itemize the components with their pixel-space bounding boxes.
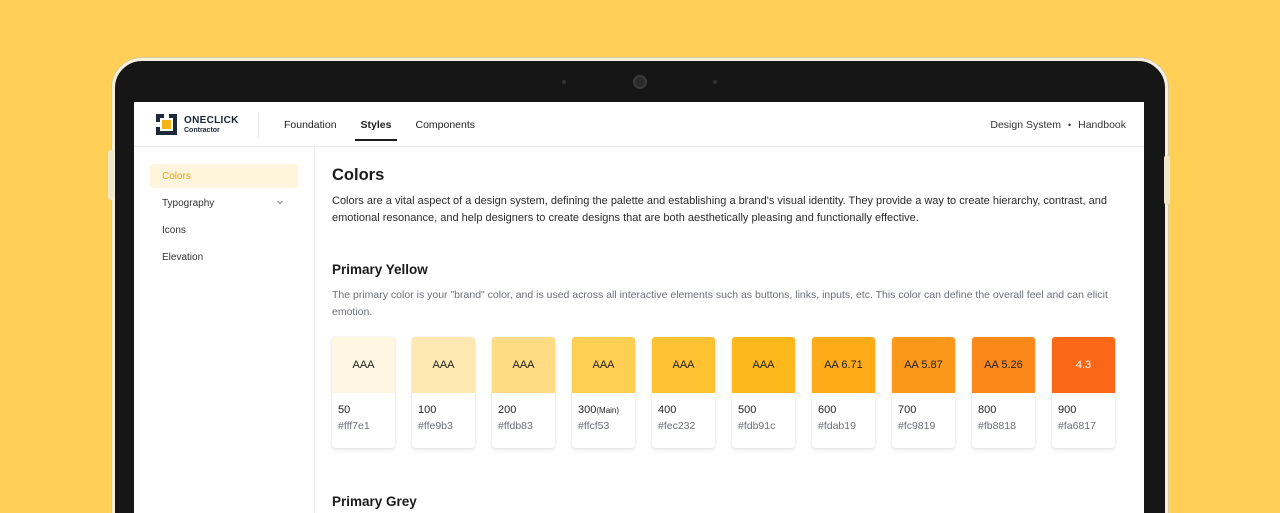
color-swatch-card[interactable]: AAA 400 #fec232 [652, 337, 715, 448]
swatch-name: 100 [418, 404, 475, 416]
color-swatch-card[interactable]: AA 6.71 600 #fdab19 [812, 337, 875, 448]
swatch-weight: 600 [818, 404, 837, 416]
swatch-hex: #ffdb83 [498, 420, 533, 432]
swatch-hex: #fc9819 [898, 420, 936, 432]
swatch-row: AAA 50 #fff7e1 AAA 100 #ffe9b3 AAA 200 #ffdb83 AA… [332, 337, 1132, 448]
sidebar-item-label: Icons [162, 224, 186, 236]
swatch-weight: 50 [338, 404, 351, 416]
sidebar-item-label: Typography [162, 197, 215, 209]
nav-foundation[interactable]: Foundation [284, 102, 337, 147]
swatch-weight: 700 [898, 404, 917, 416]
separator-dot: • [1067, 119, 1072, 130]
color-swatch-card[interactable]: AA 5.87 700 #fc9819 [892, 337, 955, 448]
swatch-hex: #fb8818 [978, 420, 1016, 432]
color-swatch-card[interactable]: AA 5.26 800 #fb8818 [972, 337, 1035, 448]
camera-icon [633, 75, 647, 89]
sidebar-item-label: Colors [162, 170, 191, 182]
color-swatch-card[interactable]: AAA 50 #fff7e1 [332, 337, 395, 448]
color-swatch-card[interactable]: 4.3 900 #fa6817 [1052, 337, 1115, 448]
screen: ONECLICK Contractor Foundation Styles Co… [134, 102, 1144, 513]
swatch-name: 400 [658, 404, 715, 416]
swatch-color: AAA [732, 337, 795, 393]
sidebar-item-elevation[interactable]: Elevation [150, 245, 298, 269]
swatch-name: 300(Main) [578, 404, 635, 416]
color-swatch-card[interactable]: AAA 100 #ffe9b3 [412, 337, 475, 448]
swatch-weight: 400 [658, 404, 677, 416]
brand-logo[interactable]: ONECLICK Contractor [155, 113, 239, 135]
swatch-hex: #fec232 [658, 420, 696, 432]
swatch-color: AAA [332, 337, 395, 393]
right-side-button [1164, 155, 1170, 205]
header-links: Design System • Handbook [990, 102, 1126, 147]
swatch-hex: #ffcf53 [578, 420, 610, 432]
sidebar-item-typography[interactable]: Typography [150, 191, 298, 215]
design-system-link[interactable]: Design System [990, 119, 1061, 131]
section-description: The primary color is your "brand" color,… [332, 289, 1108, 318]
swatch-color: AA 5.87 [892, 337, 955, 393]
swatch-name: 700 [898, 404, 955, 416]
brand-subtitle: Contractor [184, 126, 220, 134]
swatch-weight: 200 [498, 404, 517, 416]
swatch-color: 4.3 [1052, 337, 1115, 393]
nav-components[interactable]: Components [415, 102, 475, 147]
swatch-color: AAA [652, 337, 715, 393]
swatch-color: AAA [412, 337, 475, 393]
swatch-hex: #fff7e1 [338, 420, 370, 432]
swatch-color: AA 5.26 [972, 337, 1035, 393]
handbook-link[interactable]: Handbook [1078, 119, 1126, 131]
swatch-weight: 500 [738, 404, 757, 416]
nav-styles[interactable]: Styles [354, 102, 398, 147]
swatch-name: 200 [498, 404, 555, 416]
sidebar-item-label: Elevation [162, 251, 204, 263]
left-side-button [108, 150, 114, 200]
swatch-name: 800 [978, 404, 1035, 416]
swatch-main-tag: (Main) [596, 406, 620, 415]
sensor-dot-right [713, 80, 717, 84]
swatch-weight: 100 [418, 404, 437, 416]
swatch-name: 600 [818, 404, 875, 416]
sensor-dot-left [562, 80, 566, 84]
color-swatch-card[interactable]: AAA 500 #fdb91c [732, 337, 795, 448]
swatch-name: 500 [738, 404, 795, 416]
sidebar: Colors Typography Icons Elevation [134, 147, 315, 513]
brand-name: ONECLICK [184, 114, 239, 126]
sidebar-item-colors[interactable]: Colors [150, 164, 298, 188]
sidebar-item-icons[interactable]: Icons [150, 218, 298, 242]
page-intro: Colors are a vital aspect of a design sy… [332, 195, 1107, 224]
page-title: Colors [332, 166, 385, 184]
main-nav: Foundation Styles Components [284, 102, 499, 147]
color-swatch-card[interactable]: AAA 200 #ffdb83 [492, 337, 555, 448]
swatch-hex: #fa6817 [1058, 420, 1096, 432]
color-swatch-card[interactable]: AAA 300(Main) #ffcf53 [572, 337, 635, 448]
swatch-hex: #ffe9b3 [418, 420, 453, 432]
section-title-primary-yellow: Primary Yellow [332, 262, 428, 277]
main-content: Colors Colors are a vital aspect of a de… [332, 147, 1132, 509]
swatch-name: 900 [1058, 404, 1115, 416]
swatch-weight: 300 [578, 404, 597, 416]
swatch-color: AAA [572, 337, 635, 393]
section-title-primary-grey: Primary Grey [332, 494, 417, 509]
swatch-hex: #fdb91c [738, 420, 776, 432]
swatch-color: AA 6.71 [812, 337, 875, 393]
swatch-weight: 800 [978, 404, 997, 416]
swatch-name: 50 [338, 404, 395, 416]
swatch-color: AAA [492, 337, 555, 393]
chevron-down-icon [277, 200, 283, 205]
top-bar: ONECLICK Contractor Foundation Styles Co… [134, 102, 1144, 147]
swatch-hex: #fdab19 [818, 420, 856, 432]
logo-mark-icon [155, 113, 177, 135]
header-divider [258, 112, 259, 138]
swatch-weight: 900 [1058, 404, 1077, 416]
